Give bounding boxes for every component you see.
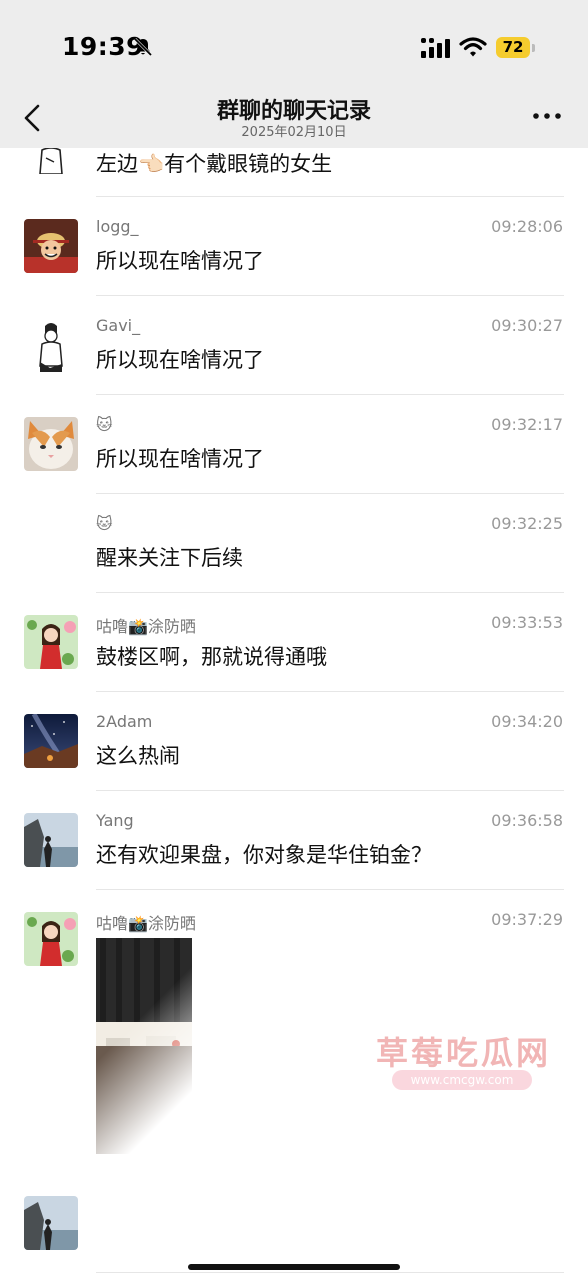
message-text: 鼓楼区啊，那就说得通哦 — [96, 645, 327, 669]
battery-indicator: 72 — [496, 37, 530, 58]
watermark-url: www.cmcgw.com — [392, 1070, 532, 1090]
wifi-icon — [459, 37, 487, 57]
nav-bar: 群聊的聊天记录 2025年02月10日 — [0, 90, 588, 148]
battery-tip — [532, 44, 535, 52]
message-text: 这么热闹 — [96, 744, 180, 768]
avatar — [24, 813, 78, 867]
avatar — [24, 148, 78, 174]
sender-name: 咕噜📸涂防晒 — [96, 617, 196, 636]
cellular-signal-icon — [421, 38, 450, 58]
sender-name: 🐱 — [96, 415, 113, 434]
image-fade-overlay — [96, 936, 296, 1156]
sender-name: Yang — [96, 811, 134, 830]
avatar — [24, 318, 78, 372]
status-time: 19:39 — [62, 32, 145, 61]
avatar — [24, 912, 78, 966]
watermark-brand: 草莓吃瓜网 — [376, 1034, 552, 1072]
message-time: 09:34:20 — [491, 712, 563, 731]
page-subtitle-date: 2025年02月10日 — [241, 125, 347, 140]
message-text: 所以现在啥情况了 — [96, 447, 264, 471]
avatar — [24, 615, 78, 669]
sender-name: Gavi_ — [96, 316, 141, 335]
message-time: 09:30:27 — [491, 316, 563, 335]
chat-record-list[interactable]: 左边👈🏻有个戴眼镜的女生 logg_ 09:28:06 所以现在啥情况了 Gav… — [0, 148, 588, 1280]
message-time: 09:32:25 — [491, 514, 563, 533]
status-bar: 19:39 72 — [0, 0, 588, 90]
divider — [96, 295, 564, 296]
divider — [96, 889, 564, 890]
more-options-icon[interactable] — [532, 108, 562, 124]
sender-name: 🐱 — [96, 514, 113, 533]
divider — [96, 592, 564, 593]
avatar — [24, 714, 78, 768]
message-time: 09:37:29 — [491, 910, 563, 929]
bell-muted-icon — [133, 37, 153, 57]
sender-name: 咕噜📸涂防晒 — [96, 914, 196, 933]
divider — [96, 790, 564, 791]
divider — [96, 196, 564, 197]
message-text: 左边👈🏻有个戴眼镜的女生 — [96, 152, 333, 176]
avatar — [24, 219, 78, 273]
divider — [96, 493, 564, 494]
home-indicator[interactable] — [188, 1264, 400, 1270]
sender-name: 2Adam — [96, 712, 153, 731]
divider — [96, 394, 564, 395]
divider — [96, 1272, 564, 1273]
message-text: 还有欢迎果盘，你对象是华住铂金？ — [96, 843, 432, 867]
message-time: 09:36:58 — [491, 811, 563, 830]
message-text: 醒来关注下后续 — [96, 546, 243, 570]
avatar — [24, 417, 78, 471]
divider — [96, 691, 564, 692]
avatar — [24, 1196, 78, 1250]
message-text: 所以现在啥情况了 — [96, 348, 264, 372]
message-time: 09:32:17 — [491, 415, 563, 434]
sender-name: logg_ — [96, 217, 139, 236]
message-time: 09:28:06 — [491, 217, 563, 236]
message-text: 所以现在啥情况了 — [96, 249, 264, 273]
message-time: 09:33:53 — [491, 613, 563, 632]
